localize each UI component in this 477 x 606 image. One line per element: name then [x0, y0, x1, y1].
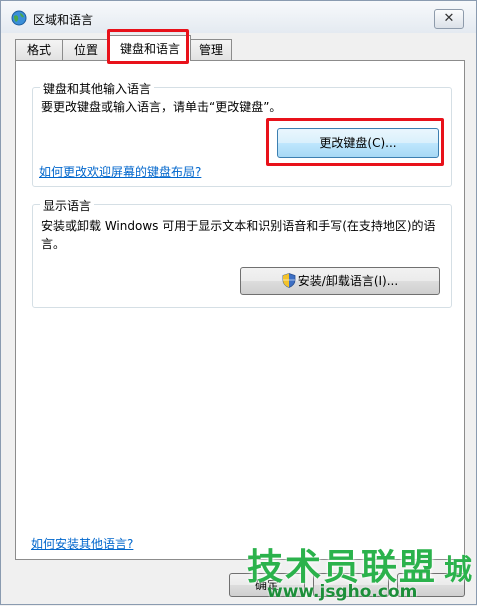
tab-formats[interactable]: 格式 — [15, 39, 63, 60]
window-title: 区域和语言 — [33, 13, 94, 27]
title-bar[interactable]: 区域和语言 ✕ — [1, 1, 476, 33]
tab-location[interactable]: 位置 — [62, 39, 110, 60]
region-language-window: 区域和语言 ✕ 格式 位置 键盘和语言 管理 键盘和其他输入语言 要更改键盘或输… — [0, 0, 477, 605]
uac-shield-icon — [282, 273, 296, 288]
keyboard-group-title: 键盘和其他输入语言 — [40, 80, 155, 97]
site-watermark: 技术员联盟 城 www.jsgho.com — [229, 538, 477, 606]
tab-panel: 键盘和其他输入语言 要更改键盘或输入语言，请单击“更改键盘”。 更改键盘(C).… — [15, 60, 465, 560]
welcome-screen-layout-link[interactable]: 如何更改欢迎屏幕的键盘布局? — [39, 163, 201, 180]
close-button[interactable]: ✕ — [434, 9, 464, 29]
install-other-languages-link[interactable]: 如何安装其他语言? — [31, 535, 133, 552]
watermark-side: 城 — [443, 553, 472, 586]
button-highlight-box — [266, 118, 444, 166]
close-icon: ✕ — [443, 11, 455, 26]
display-language-description-line2: 言。 — [41, 237, 66, 251]
display-language-description-line1: 安装或卸载 Windows 可用于显示文本和识别语音和手写(在支持地区)的语 — [41, 219, 436, 233]
watermark-url: www.jsgho.com — [267, 582, 418, 602]
install-uninstall-languages-button[interactable]: 安装/卸载语言(I)... — [240, 267, 440, 295]
globe-icon — [11, 10, 27, 26]
display-language-title: 显示语言 — [40, 197, 95, 214]
tab-highlight-box — [107, 29, 189, 64]
tab-administrative[interactable]: 管理 — [190, 39, 232, 60]
keyboard-description: 要更改键盘或输入语言，请单击“更改键盘”。 — [41, 100, 282, 114]
display-language-group: 显示语言 安装或卸载 Windows 可用于显示文本和识别语音和手写(在支持地区… — [32, 197, 452, 308]
